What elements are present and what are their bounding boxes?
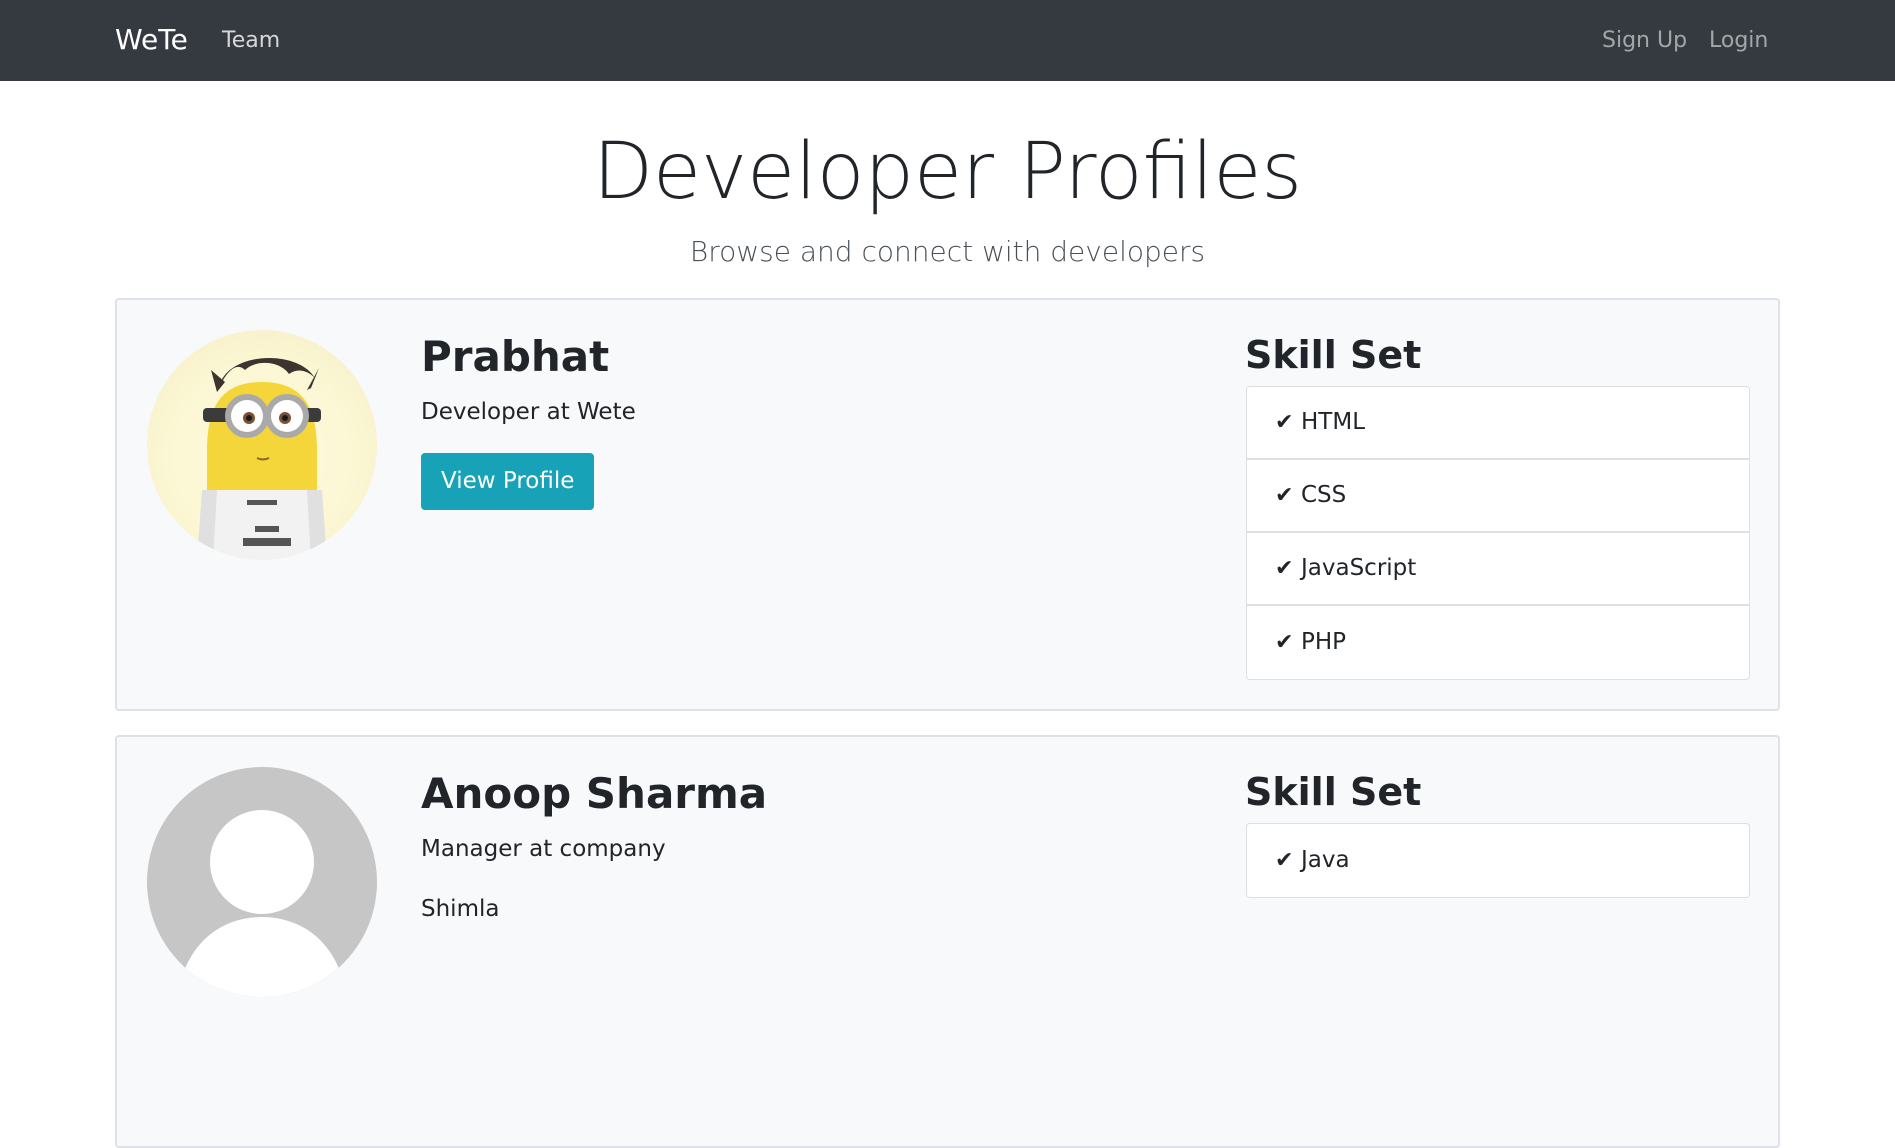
check-icon: ✔ <box>1275 483 1294 508</box>
check-icon: ✔ <box>1275 630 1294 655</box>
skill-label: Java <box>1301 847 1350 873</box>
view-profile-button[interactable]: View Profile <box>421 453 595 510</box>
skill-label: HTML <box>1301 409 1366 435</box>
skill-set-heading: Skill Set <box>1245 333 1422 377</box>
profile-role: Manager at company <box>421 836 666 862</box>
profile-role: Developer at Wete <box>421 399 636 425</box>
check-icon: ✔ <box>1275 556 1294 581</box>
nav-link-login[interactable]: Login <box>1709 26 1768 56</box>
skill-label: PHP <box>1301 629 1347 655</box>
skill-item: ✔ JavaScript <box>1247 533 1749 606</box>
skill-item: ✔ Java <box>1247 824 1749 897</box>
skill-label: CSS <box>1301 482 1347 508</box>
brand-link[interactable]: WeTe <box>115 22 188 58</box>
skill-item: ✔ PHP <box>1247 606 1749 679</box>
skill-list: ✔ Java <box>1246 823 1750 898</box>
skill-item: ✔ CSS <box>1247 460 1749 533</box>
default-user-icon <box>177 810 347 997</box>
profile-name: Prabhat <box>421 332 610 381</box>
skill-label: JavaScript <box>1301 555 1417 581</box>
minion-avatar-image <box>197 357 327 560</box>
page-title: Developer Profiles <box>592 127 1303 217</box>
check-icon: ✔ <box>1275 848 1294 873</box>
profile-card-anoop-sharma: Anoop Sharma Manager at company Shimla S… <box>115 735 1780 1148</box>
skill-set-heading: Skill Set <box>1245 770 1422 814</box>
skill-list: ✔ HTML ✔ CSS ✔ JavaScript ✔ PHP <box>1246 386 1750 680</box>
avatar <box>147 767 377 997</box>
check-icon: ✔ <box>1275 410 1294 435</box>
nav-link-signup[interactable]: Sign Up <box>1602 26 1687 56</box>
avatar <box>147 330 377 560</box>
skill-item: ✔ HTML <box>1247 387 1749 460</box>
profile-location: Shimla <box>421 896 500 922</box>
page-subtitle: Browse and connect with developers <box>689 235 1206 268</box>
profile-card-prabhat: Prabhat Developer at Wete View Profile S… <box>115 298 1780 711</box>
profile-name: Anoop Sharma <box>421 769 768 818</box>
navbar: WeTe Team Sign Up Login <box>0 0 1895 81</box>
nav-link-team[interactable]: Team <box>222 26 280 56</box>
